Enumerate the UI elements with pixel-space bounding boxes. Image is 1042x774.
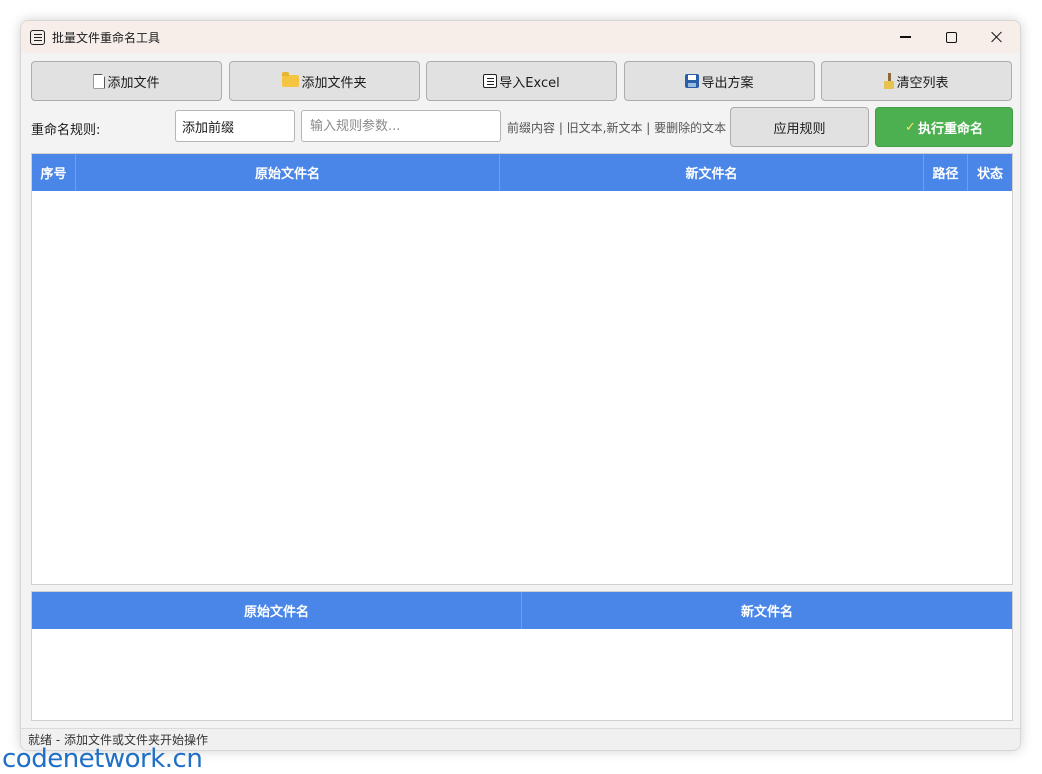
document-icon bbox=[483, 74, 498, 88]
minimize-icon bbox=[899, 36, 911, 38]
rule-label: 重命名规则: bbox=[31, 123, 101, 138]
broom-icon bbox=[884, 73, 895, 89]
preview-column-new-name[interactable]: 新文件名 bbox=[522, 592, 1012, 629]
minimize-button[interactable] bbox=[882, 21, 928, 53]
preview-table[interactable]: 原始文件名 新文件名 bbox=[31, 591, 1013, 721]
add-folder-label: 添加文件夹 bbox=[301, 75, 367, 91]
rule-param-input[interactable] bbox=[301, 110, 501, 142]
column-header-status[interactable]: 状态 bbox=[968, 154, 1012, 191]
add-folder-button[interactable]: 添加文件夹 bbox=[229, 61, 420, 101]
clear-list-button[interactable]: 清空列表 bbox=[821, 61, 1012, 101]
column-header-index[interactable]: 序号 bbox=[32, 154, 76, 191]
add-file-label: 添加文件 bbox=[107, 75, 160, 91]
export-plan-label: 导出方案 bbox=[701, 75, 754, 91]
file-icon bbox=[93, 73, 106, 89]
execute-rename-button[interactable]: ✓ 执行重命名 bbox=[875, 107, 1013, 147]
folder-icon bbox=[282, 72, 300, 87]
close-button[interactable] bbox=[974, 21, 1020, 53]
export-plan-button[interactable]: 导出方案 bbox=[624, 61, 815, 101]
import-excel-label: 导入Excel bbox=[499, 75, 560, 91]
apply-rule-button[interactable]: 应用规则 bbox=[730, 107, 869, 147]
window-controls bbox=[882, 21, 1020, 53]
rule-type-select[interactable]: 添加前缀 bbox=[175, 110, 295, 142]
close-icon bbox=[991, 31, 1003, 43]
clear-list-label: 清空列表 bbox=[896, 75, 949, 91]
file-table-header: 序号 原始文件名 新文件名 路径 状态 bbox=[32, 154, 1012, 191]
toolbar: 添加文件 添加文件夹 导入Excel 导出方案 清空列表 bbox=[31, 61, 1012, 101]
column-header-new-name[interactable]: 新文件名 bbox=[500, 154, 924, 191]
save-icon bbox=[685, 74, 700, 88]
maximize-button[interactable] bbox=[928, 21, 974, 53]
maximize-icon bbox=[945, 31, 957, 43]
execute-rename-label: 执行重命名 bbox=[917, 121, 983, 137]
watermark-text: codenetwork.cn bbox=[2, 744, 203, 774]
app-window: 批量文件重命名工具 添加文件 添加文件夹 导入Excel 导出方案 清空列表 重… bbox=[20, 20, 1021, 751]
import-excel-button[interactable]: 导入Excel bbox=[426, 61, 617, 101]
title-bar: 批量文件重命名工具 bbox=[21, 21, 1020, 53]
file-table[interactable]: 序号 原始文件名 新文件名 路径 状态 bbox=[31, 153, 1013, 585]
apply-rule-label: 应用规则 bbox=[773, 121, 826, 137]
column-header-original-name[interactable]: 原始文件名 bbox=[76, 154, 500, 191]
checkmark-icon: ✓ bbox=[905, 119, 916, 135]
rule-hint: 前缀内容 | 旧文本,新文本 | 要删除的文本 bbox=[507, 121, 727, 135]
column-header-path[interactable]: 路径 bbox=[924, 154, 968, 191]
preview-column-original-name[interactable]: 原始文件名 bbox=[32, 592, 522, 629]
add-file-button[interactable]: 添加文件 bbox=[31, 61, 222, 101]
window-title: 批量文件重命名工具 bbox=[52, 30, 161, 45]
app-icon bbox=[30, 29, 45, 45]
preview-table-header: 原始文件名 新文件名 bbox=[32, 592, 1012, 629]
